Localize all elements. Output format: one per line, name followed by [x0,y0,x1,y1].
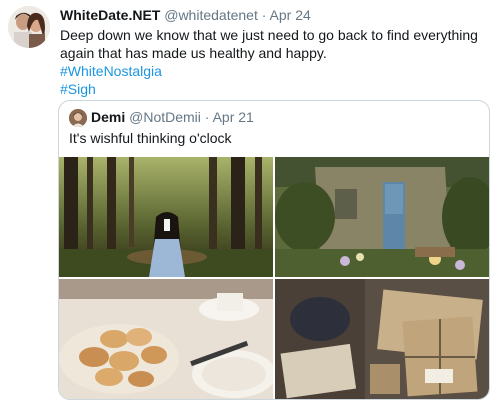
quoted-author-handle[interactable]: @NotDemii [129,109,201,125]
hashtag-link[interactable]: #WhiteNostalgia [60,62,162,80]
author-handle[interactable]: @whitedatenet [164,7,258,23]
photo-pastries[interactable] [59,279,273,399]
tweet-date[interactable]: Apr 24 [270,7,311,23]
quoted-author-avatar[interactable] [69,109,87,127]
quoted-header: Demi @NotDemii · Apr 21 [91,108,254,126]
author-name[interactable]: WhiteDate.NET [60,7,160,23]
hashtag-link[interactable]: #Sigh [60,80,96,98]
quoted-tweet[interactable]: Demi @NotDemii · Apr 21 It's wishful thi… [58,100,490,400]
media-grid [59,157,489,399]
quoted-date[interactable]: Apr 21 [213,109,254,125]
author-avatar[interactable] [8,6,50,48]
separator-dot: · [261,7,267,23]
tweet-text: Deep down we know that we just need to g… [60,27,478,61]
photo-forest-girl[interactable] [59,157,273,277]
tweet-header: WhiteDate.NET @whitedatenet · Apr 24 [60,6,311,24]
tweet[interactable]: WhiteDate.NET @whitedatenet · Apr 24 Dee… [0,0,500,405]
photo-parcels[interactable] [275,279,489,399]
quoted-text: It's wishful thinking o'clock [69,130,232,146]
separator-dot: · [204,109,210,125]
quoted-author-name[interactable]: Demi [91,109,125,125]
photo-cottage[interactable] [275,157,489,277]
